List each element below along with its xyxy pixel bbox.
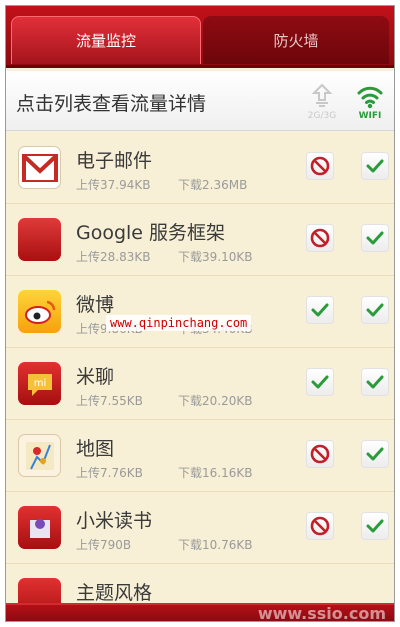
wifi-toggle-allowed[interactable] <box>361 224 389 252</box>
wifi-toggle-allowed[interactable] <box>361 440 389 468</box>
blocked-icon <box>310 156 330 176</box>
download-stat: 下载20.20KB <box>178 394 253 408</box>
upload-stat: 上传37.94KB <box>76 178 151 192</box>
list-item[interactable]: mi 米聊 上传7.55KB 下载20.20KB <box>6 348 394 420</box>
maps-icon <box>18 434 61 477</box>
list-item[interactable]: 电子邮件 上传37.94KB 下载2.36MB <box>6 132 394 204</box>
tab-bar: 流量监控 防火墙 <box>6 6 394 68</box>
app-name: 小米读书 <box>76 510 153 532</box>
upload-stat: 上传28.83KB <box>76 250 151 264</box>
app-name: 电子邮件 <box>76 150 153 172</box>
check-icon <box>311 375 329 389</box>
watermark-bottom: www.ssio.com <box>257 604 386 622</box>
miliao-icon: mi <box>18 362 61 405</box>
list-item[interactable]: Google 服务框架 上传28.83KB 下载39.10KB <box>6 204 394 276</box>
mobile-toggle-blocked[interactable] <box>306 224 334 252</box>
upload-stat: 上传7.55KB <box>76 394 143 408</box>
wifi-column: WIFI <box>350 83 390 125</box>
wifi-toggle-allowed[interactable] <box>361 152 389 180</box>
list-header: 点击列表查看流量详情 2G/3G WIFI <box>6 71 394 131</box>
list-item[interactable]: 微博 上传9.86KB 下载34.40KB <box>6 276 394 348</box>
header-title: 点击列表查看流量详情 <box>16 93 207 115</box>
check-icon <box>311 303 329 317</box>
app-name: 微博 <box>76 294 115 316</box>
mobile-toggle-allowed[interactable] <box>306 296 334 324</box>
wifi-icon <box>357 86 383 109</box>
download-stat: 下载2.36MB <box>178 178 248 192</box>
list-item[interactable]: 小米读书 上传790B 下载10.76KB <box>6 492 394 564</box>
download-stat: 下载16.16KB <box>178 466 253 480</box>
download-stat: 下载10.76KB <box>178 538 253 552</box>
download-stat: 下载39.10KB <box>178 250 253 264</box>
mobile-toggle-blocked[interactable] <box>306 512 334 540</box>
wifi-toggle-allowed[interactable] <box>361 296 389 324</box>
app-name: 主题风格 <box>76 582 153 604</box>
svg-text:mi: mi <box>33 378 46 389</box>
blocked-icon <box>310 228 330 248</box>
app-list: 电子邮件 上传37.94KB 下载2.36MB Google 服务框架 上传28… <box>6 132 394 621</box>
app-name: Google 服务框架 <box>76 222 226 244</box>
blocked-icon <box>310 444 330 464</box>
mobile-toggle-blocked[interactable] <box>306 152 334 180</box>
app-name: 米聊 <box>76 366 115 388</box>
check-icon <box>366 159 384 173</box>
list-item[interactable]: 地图 上传7.76KB 下载16.16KB <box>6 420 394 492</box>
mobile-data-column: 2G/3G <box>302 83 342 125</box>
check-icon <box>366 447 384 461</box>
wifi-toggle-allowed[interactable] <box>361 368 389 396</box>
weibo-icon <box>18 290 61 333</box>
upload-stat: 上传7.76KB <box>76 466 143 480</box>
wifi-label: WIFI <box>358 111 382 121</box>
watermark-text: www.qinpinchang.com <box>106 315 252 331</box>
google-services-icon <box>18 218 61 261</box>
mobile-data-icon <box>311 83 333 107</box>
check-icon <box>366 519 384 533</box>
tab-firewall[interactable]: 防火墙 <box>203 16 389 64</box>
gmail-icon <box>18 146 61 189</box>
mobile-toggle-blocked[interactable] <box>306 440 334 468</box>
check-icon <box>366 303 384 317</box>
app-name: 地图 <box>76 438 115 460</box>
wifi-toggle-allowed[interactable] <box>361 512 389 540</box>
tab-traffic-monitor[interactable]: 流量监控 <box>11 16 201 64</box>
check-icon <box>366 375 384 389</box>
mobile-toggle-allowed[interactable] <box>306 368 334 396</box>
upload-stat: 上传790B <box>76 538 132 552</box>
mi-reader-icon <box>18 506 61 549</box>
mobile-data-label: 2G/3G <box>307 111 337 121</box>
check-icon <box>366 231 384 245</box>
blocked-icon <box>310 516 330 536</box>
app-window: 流量监控 防火墙 点击列表查看流量详情 2G/3G WIFI 电子邮件 上传37… <box>5 5 395 622</box>
